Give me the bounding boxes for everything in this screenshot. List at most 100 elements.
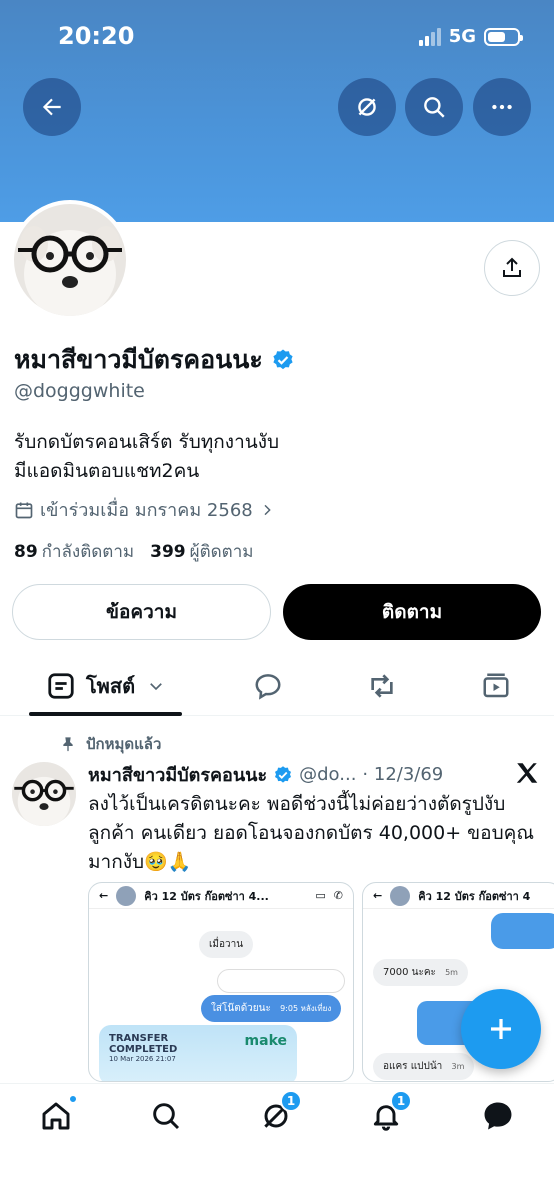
chat-avatar [116,885,137,906]
compose-button[interactable] [461,989,541,1069]
transfer-receipt: TRANSFER COMPLETED 10 Mar 2026 21:07 mak… [99,1025,297,1081]
nav-notifications[interactable]: 1 [366,1090,412,1136]
signal-icon [418,27,441,46]
verified-badge-icon [275,765,292,783]
following-label: กำลังติดตาม [41,542,135,562]
profile-name-row: หมาสีขาวมีบัตรคอนนะ [14,340,295,380]
reply-icon [255,674,281,700]
message-button[interactable]: ข้อความ [12,584,271,640]
repost-icon [371,674,393,698]
back-button[interactable] [23,78,81,136]
chat-title: คิว 12 บัตร ก๊อตซ่าา 4... [144,889,269,903]
joined-date[interactable]: เข้าร่วมเมื่อ มกราคม 2568 [14,495,275,524]
chat-bubble-reply: ใส่โน๊ตด้วยนะ 9:05 หลังเที่ยง [201,995,342,1022]
post-author-handle: @do... [299,764,357,785]
tab-replies[interactable] [246,656,290,716]
pinned-label: ปักหมุดแล้ว [86,735,162,753]
joined-label: เข้าร่วมเมื่อ มกราคม 2568 [40,500,253,521]
search-icon [153,1103,180,1130]
grok-badge: 1 [280,1090,302,1112]
bottom-nav: 1 1 [0,1083,554,1199]
bio-line: มีแอดมินตอบแชท2คน [14,460,200,482]
chat-bubble-text: ใส่โน๊ตด้วยนะ [211,1003,271,1014]
post-header: หมาสีขาวมีบัตรคอนนะ @do... · 12/3/69 [88,760,443,789]
display-name: หมาสีขาวมีบัตรคอนนะ [14,345,263,374]
post-text: ลงไว้เป็นเครดิตนะคะ พอดีช่วงนี้ไม่ค่อยว่… [88,793,534,873]
chat-bubble-time: 5m [445,968,458,977]
status-time: 20:20 [58,22,135,50]
plus-icon [491,1019,511,1039]
chat-bubble-price: 7000 นะคะ 5m [373,959,468,986]
home-icon [42,1102,70,1130]
back-arrow-icon: ← [99,889,109,902]
nav-messages[interactable] [478,1096,518,1136]
post-author-name[interactable]: หมาสีขาวมีบัตรคอนนะ [88,760,267,789]
dog-avatar-icon [12,762,76,826]
chat-bubble-text: 7000 นะคะ [383,967,436,978]
search-button[interactable] [405,78,463,136]
verified-badge-icon[interactable] [271,348,295,372]
followers-stat[interactable]: 399 ผู้ติดตาม [150,538,253,565]
dog-avatar-icon [14,204,126,316]
chat-bubble-icon [484,1102,512,1130]
tab-posts[interactable]: โพสต์ [29,656,182,716]
phone-icon: ✆ [333,889,343,902]
network-label: 5G [448,26,476,47]
chat-header: ← คิว 12 บัตร ก๊อตซ่าา 4... ▭ ✆ [89,883,353,909]
posts-icon [48,673,74,699]
profile-avatar[interactable] [10,200,130,320]
share-button[interactable] [484,240,540,296]
pin-icon [63,737,73,752]
media-icon [483,673,509,698]
nav-search[interactable] [146,1096,186,1136]
home-unread-dot [68,1094,78,1104]
grok-icon [358,98,376,116]
follow-stats: 89 กำลังติดตาม 399 ผู้ติดตาม [14,538,253,565]
tab-reposts[interactable] [360,656,404,716]
followers-count: 399 [150,542,186,562]
status-icons: 5G [418,26,523,47]
chat-bubble-date: เมื่อวาน [199,931,254,958]
following-stat[interactable]: 89 กำลังติดตาม [14,538,134,565]
calendar-icon [15,502,33,518]
nav-grok[interactable]: 1 [256,1090,302,1136]
followers-label: ผู้ติดตาม [189,542,254,562]
chat-bubble-time: 9:05 หลังเที่ยง [280,1004,332,1013]
notifications-badge: 1 [390,1090,412,1112]
following-count: 89 [14,542,38,562]
arrow-left-icon [42,98,61,116]
share-icon [503,257,521,277]
battery-icon [484,27,523,46]
tab-media[interactable] [474,656,518,716]
more-button[interactable] [473,78,531,136]
back-arrow-icon: ← [373,889,383,902]
follow-button[interactable]: ติดตาม [283,584,541,640]
transfer-date: 10 Mar 2026 21:07 [109,1055,176,1063]
chat-bubble-other: อแคร แปปน้า 3m [373,1053,475,1080]
chat-bubble-time: 3m [451,1062,465,1071]
chat-avatar [390,885,411,906]
grok-button[interactable] [338,78,396,136]
x-logo-icon [516,763,538,783]
post-author-avatar[interactable] [12,762,76,826]
chat-bubble-blank [217,969,345,993]
post-image-1[interactable]: ← คิว 12 บัตร ก๊อตซ่าา 4... ▭ ✆ เมื่อวาน… [88,882,354,1082]
chat-bubble-text: อแคร แปปน้า [383,1061,443,1072]
chevron-right-icon [264,504,271,515]
profile-bio: รับกดบัตรคอนเสิร์ต รับทุกงานงับ มีแอดมิน… [14,428,279,486]
chat-title: คิว 12 บัตร ก๊อตซ่าา 4 [418,889,531,903]
pinned-indicator: ปักหมุดแล้ว [60,732,161,756]
chevron-down-icon [150,683,162,691]
profile-tabs: โพสต์ [0,656,554,716]
more-icon [492,104,512,110]
nav-home[interactable] [36,1094,78,1136]
search-icon [424,97,445,118]
bio-line: รับกดบัตรคอนเสิร์ต รับทุกงานงับ [14,431,280,453]
profile-handle: @dogggwhite [14,380,145,402]
chat-header: ← คิว 12 บัตร ก๊อตซ่าา 4 [363,883,554,909]
pixelated-bubble [491,913,554,949]
tab-posts-label: โพสต์ [85,674,136,698]
brand-logo: make [244,1033,287,1049]
post-date: · 12/3/69 [362,764,444,785]
tab-active-indicator [29,712,182,716]
